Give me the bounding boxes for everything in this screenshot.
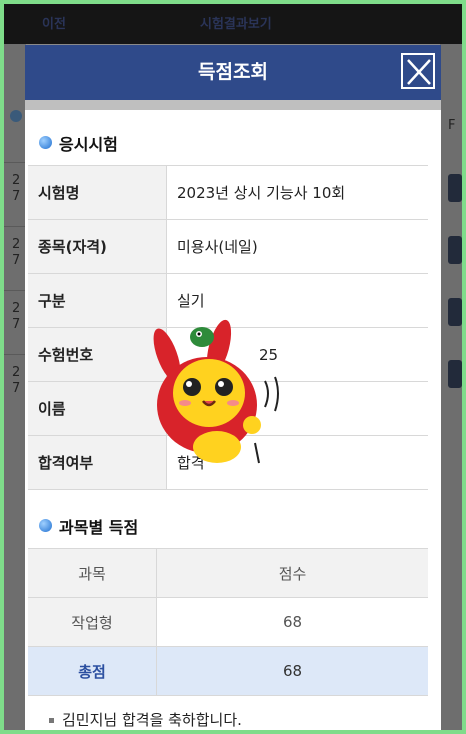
exam-section-heading: 응시시험 xyxy=(39,131,118,155)
total-row: 총점 68 xyxy=(28,646,428,696)
field-label: 종목(자격) xyxy=(28,219,167,274)
background-list-item: 2 7 xyxy=(4,290,26,345)
top-navigation-bar: 이전 시험결과보기 xyxy=(4,4,462,44)
bullet-dot-icon xyxy=(39,136,52,149)
bullet-dot-icon xyxy=(39,519,52,532)
score-cell: 68 xyxy=(156,597,428,647)
score-inquiry-modal: 득점조회 응시시험 시험명 2023년 상시 기능사 10회 종목(자격) 미용… xyxy=(25,45,441,730)
background-header-fragment: F xyxy=(448,118,456,133)
subject-cell: 작업형 xyxy=(28,597,157,647)
column-header-subject: 과목 xyxy=(28,548,157,598)
cartoon-character-sticker-icon xyxy=(153,319,279,464)
app-frame: 이전 시험결과보기 2 7 2 7 2 7 2 7 F 득점조회 응시시험 시험… xyxy=(4,4,462,730)
modal-header: 득점조회 xyxy=(25,45,441,100)
total-score: 68 xyxy=(156,646,428,696)
background-action-button xyxy=(448,360,462,388)
close-x-icon xyxy=(407,59,431,85)
table-row: 종목(자격) 미용사(네일) xyxy=(28,219,428,274)
page-title: 시험결과보기 xyxy=(200,17,272,32)
total-label: 총점 xyxy=(28,646,157,696)
background-list-left: 2 7 2 7 2 7 2 7 xyxy=(4,44,26,730)
close-button[interactable] xyxy=(401,53,435,89)
background-list-item: 2 7 xyxy=(4,162,26,217)
background-list-item: 2 7 xyxy=(4,226,26,281)
bullet-square-icon xyxy=(49,718,54,723)
field-label: 구분 xyxy=(28,273,167,328)
field-value: 미용사(네일) xyxy=(166,219,428,274)
table-row: 시험명 2023년 상시 기능사 10회 xyxy=(28,165,428,220)
background-action-button xyxy=(448,174,462,202)
field-label: 시험명 xyxy=(28,165,167,220)
field-value: 2023년 상시 기능사 10회 xyxy=(166,165,428,220)
background-action-button xyxy=(448,298,462,326)
modal-title: 득점조회 xyxy=(198,61,268,83)
score-table: 과목 점수 작업형 68 총점 68 xyxy=(28,548,428,696)
score-section-heading: 과목별 득점 xyxy=(39,514,138,538)
header-separator xyxy=(25,100,441,110)
congratulations-message: 김민지님 합격을 축하합니다. xyxy=(49,709,242,730)
field-label: 이름 xyxy=(28,381,167,436)
table-row: 작업형 68 xyxy=(28,597,428,647)
background-action-button xyxy=(448,236,462,264)
field-label: 수험번호 xyxy=(28,327,167,382)
background-list-item: 2 7 xyxy=(4,354,26,409)
table-header-row: 과목 점수 xyxy=(28,548,428,598)
field-label: 합격여부 xyxy=(28,435,167,490)
column-header-score: 점수 xyxy=(156,548,428,598)
background-bullet-icon xyxy=(10,110,22,122)
back-link[interactable]: 이전 xyxy=(42,13,66,32)
